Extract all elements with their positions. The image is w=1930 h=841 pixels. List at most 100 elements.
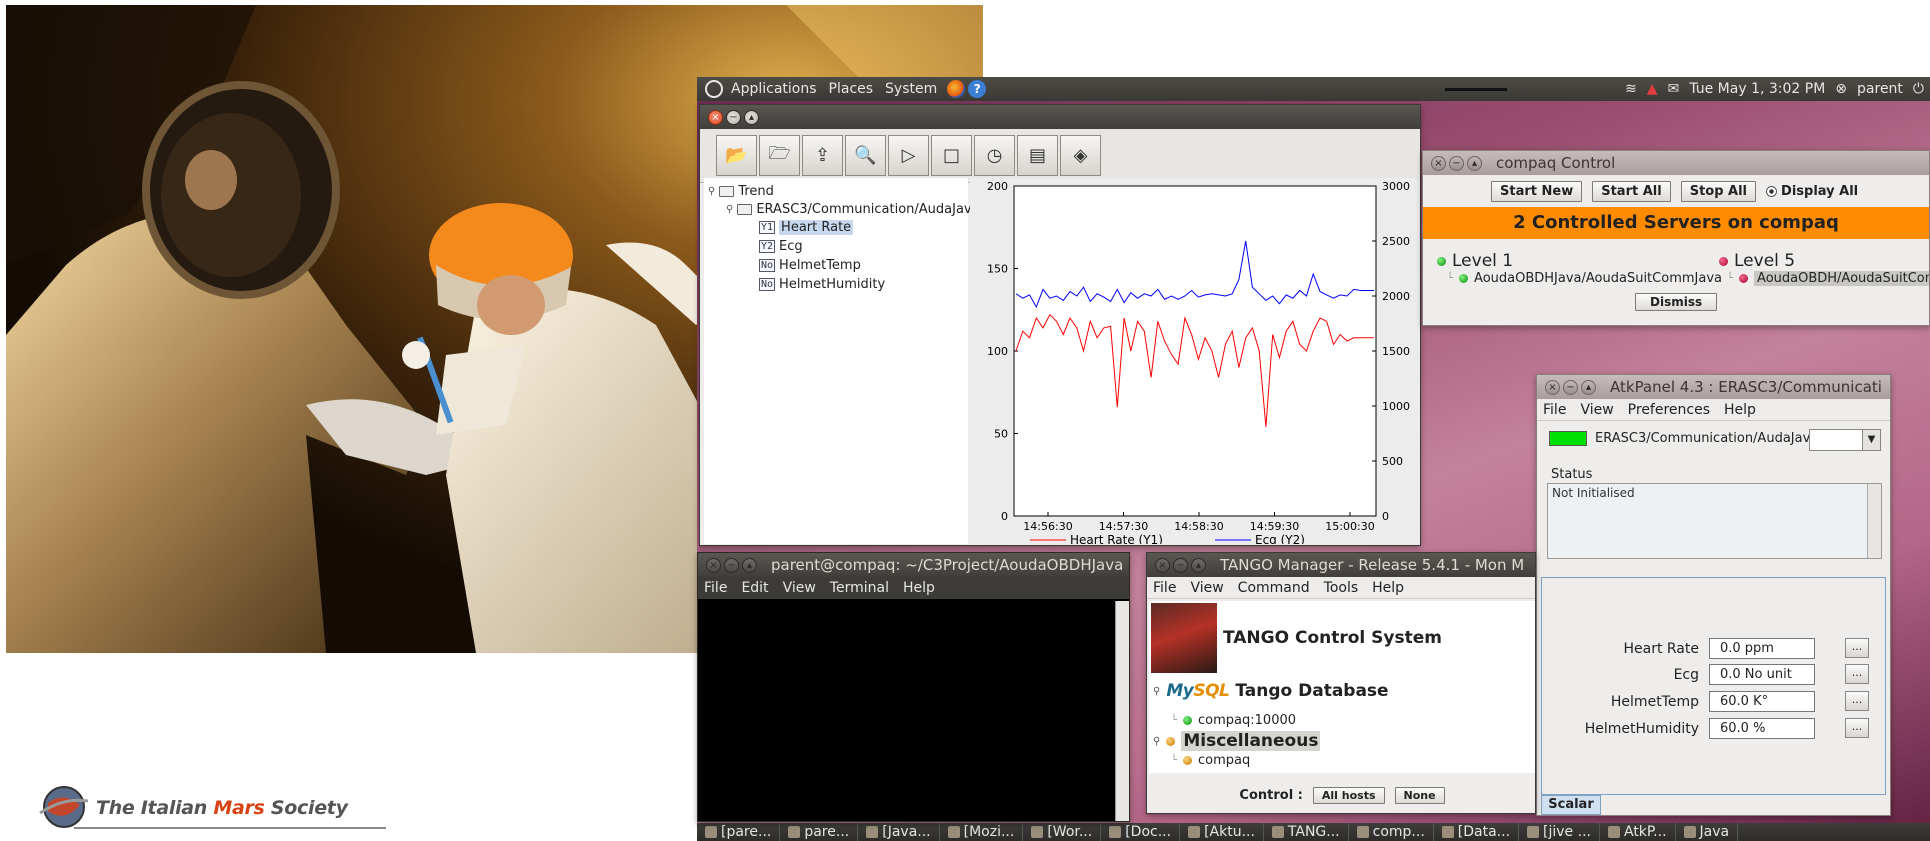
expand-icon[interactable]: ⚲ bbox=[708, 186, 715, 197]
taskbar-item[interactable]: [pare... bbox=[697, 823, 781, 841]
stop-icon[interactable]: □ bbox=[931, 135, 972, 176]
menu-edit[interactable]: Edit bbox=[741, 580, 768, 596]
close-icon[interactable]: × bbox=[1431, 155, 1446, 171]
taskbar-item[interactable]: [Data... bbox=[1434, 823, 1520, 841]
maximize-icon[interactable]: ▴ bbox=[1467, 155, 1482, 171]
control-titlebar[interactable]: × − ▴ compaq Control bbox=[1423, 151, 1929, 175]
help-icon[interactable]: ? bbox=[968, 80, 987, 98]
misc-host[interactable]: └ compaq bbox=[1171, 753, 1250, 768]
taskbar-item[interactable]: [Java... bbox=[858, 823, 940, 841]
start-new-button[interactable]: Start New bbox=[1491, 180, 1583, 202]
close-icon[interactable]: × bbox=[706, 557, 721, 573]
level-5-server[interactable]: └ AoudaOBDH/AoudaSuitComm bbox=[1727, 271, 1929, 286]
zoom-icon[interactable]: 🔍 bbox=[845, 135, 886, 176]
taskbar-item[interactable]: comp... bbox=[1349, 823, 1434, 841]
terminal-titlebar[interactable]: × − ▴ parent@compaq: ~/C3Project/AoudaOB… bbox=[698, 553, 1129, 577]
menu-command[interactable]: Command bbox=[1238, 580, 1310, 596]
menu-view[interactable]: View bbox=[1190, 580, 1223, 596]
status-textarea[interactable]: Not Initialised bbox=[1547, 483, 1882, 559]
menu-system[interactable]: System bbox=[885, 81, 937, 97]
menu-applications[interactable]: Applications bbox=[731, 81, 817, 97]
maximize-icon[interactable]: ▴ bbox=[742, 557, 757, 573]
level-5[interactable]: Level 5 bbox=[1719, 251, 1795, 271]
settings-icon[interactable]: ◈ bbox=[1060, 135, 1101, 176]
tango-titlebar[interactable]: × − ▴ TANGO Manager - Release 5.4.1 - Mo… bbox=[1147, 553, 1535, 577]
minimize-icon[interactable]: − bbox=[1449, 155, 1464, 171]
taskbar-item[interactable]: pare... bbox=[780, 823, 859, 841]
clock-icon[interactable]: ◷ bbox=[974, 135, 1015, 176]
minimize-icon[interactable]: − bbox=[724, 557, 739, 573]
save-icon[interactable]: 🗁 bbox=[759, 135, 800, 176]
close-icon[interactable]: × bbox=[1155, 557, 1170, 573]
trend-titlebar[interactable]: × − ▴ bbox=[700, 105, 1420, 129]
heart-rate-more-button[interactable]: ... bbox=[1845, 638, 1869, 658]
menu-view[interactable]: View bbox=[1580, 402, 1613, 418]
menu-tools[interactable]: Tools bbox=[1324, 580, 1359, 596]
minimize-icon[interactable]: − bbox=[726, 109, 741, 125]
menu-file[interactable]: File bbox=[704, 580, 727, 596]
tango-miscellaneous[interactable]: ⚲ Miscellaneous bbox=[1153, 731, 1321, 751]
menu-help[interactable]: Help bbox=[1372, 580, 1404, 596]
start-all-button[interactable]: Start All bbox=[1592, 180, 1671, 202]
tango-control-system[interactable]: TANGO Control System bbox=[1151, 603, 1442, 673]
taskbar-item[interactable]: TANG... bbox=[1264, 823, 1349, 841]
open-folder-icon[interactable]: 📂 bbox=[716, 135, 757, 176]
ecg-more-button[interactable]: ... bbox=[1845, 664, 1869, 684]
tree-item-helmet-humidity[interactable]: No HelmetHumidity bbox=[759, 275, 885, 293]
display-all-radio[interactable]: Display All bbox=[1766, 184, 1858, 199]
terminal-scrollbar[interactable] bbox=[1115, 601, 1129, 821]
level-1[interactable]: Level 1 bbox=[1437, 251, 1513, 271]
taskbar-item[interactable]: AtkP... bbox=[1600, 823, 1676, 841]
firefox-icon[interactable] bbox=[947, 80, 966, 98]
status-scrollbar[interactable] bbox=[1867, 484, 1881, 558]
menu-help[interactable]: Help bbox=[1724, 402, 1756, 418]
menu-terminal[interactable]: Terminal bbox=[830, 580, 889, 596]
menu-file[interactable]: File bbox=[1153, 580, 1176, 596]
none-button[interactable]: None bbox=[1394, 787, 1445, 804]
menu-help[interactable]: Help bbox=[903, 580, 935, 596]
taskbar-item[interactable]: [Doc... bbox=[1101, 823, 1181, 841]
load-icon[interactable]: ⇪ bbox=[802, 135, 843, 176]
expand-icon[interactable]: ⚲ bbox=[726, 204, 733, 215]
taskbar-item[interactable]: [Mozi... bbox=[940, 823, 1024, 841]
tree-item-helmet-temp[interactable]: No HelmetTemp bbox=[759, 256, 861, 274]
db-host[interactable]: └ compaq:10000 bbox=[1171, 713, 1296, 728]
power-icon[interactable]: ⏻ bbox=[1913, 81, 1924, 97]
close-icon[interactable]: × bbox=[708, 109, 723, 125]
clock[interactable]: Tue May 1, 3:02 PM bbox=[1689, 81, 1825, 97]
expand-icon[interactable]: ⚲ bbox=[1153, 736, 1160, 747]
ubuntu-logo-icon[interactable] bbox=[705, 80, 723, 98]
maximize-icon[interactable]: ▴ bbox=[1581, 379, 1596, 395]
taskbar-item[interactable]: [Aktu... bbox=[1180, 823, 1264, 841]
taskbar-item[interactable]: [jive ... bbox=[1519, 823, 1600, 841]
terminal-body[interactable] bbox=[698, 601, 1116, 821]
menu-places[interactable]: Places bbox=[829, 81, 874, 97]
close-icon[interactable]: × bbox=[1545, 379, 1560, 395]
expand-icon[interactable]: ⚲ bbox=[1153, 686, 1160, 697]
user-name[interactable]: parent bbox=[1857, 81, 1903, 97]
taskbar-item[interactable]: Java bbox=[1676, 823, 1739, 841]
config-icon[interactable]: ▤ bbox=[1017, 135, 1058, 176]
menu-file[interactable]: File bbox=[1543, 402, 1566, 418]
device-combo[interactable]: ▼ bbox=[1809, 429, 1881, 451]
all-hosts-button[interactable]: All hosts bbox=[1312, 787, 1385, 804]
wifi-icon[interactable]: ≋ bbox=[1625, 81, 1637, 97]
tab-scalar[interactable]: Scalar bbox=[1541, 795, 1601, 815]
tree-item-heart-rate[interactable]: Y1 Heart Rate bbox=[759, 218, 854, 236]
menu-preferences[interactable]: Preferences bbox=[1628, 402, 1710, 418]
maximize-icon[interactable]: ▴ bbox=[1191, 557, 1206, 573]
mail-icon[interactable]: ✉ bbox=[1668, 81, 1680, 97]
helmet-humidity-more-button[interactable]: ... bbox=[1845, 718, 1869, 738]
minimize-icon[interactable]: − bbox=[1563, 379, 1578, 395]
trend-chart[interactable]: 0 50 100 150 200 0 500 1000 1500 2000 2500 3000 14:5… bbox=[970, 178, 1420, 545]
minimize-icon[interactable]: − bbox=[1173, 557, 1188, 573]
play-icon[interactable]: ▷ bbox=[888, 135, 929, 176]
helmet-temp-more-button[interactable]: ... bbox=[1845, 691, 1869, 711]
maximize-icon[interactable]: ▴ bbox=[744, 109, 759, 125]
menu-view[interactable]: View bbox=[783, 580, 816, 596]
atk-titlebar[interactable]: × − ▴ AtkPanel 4.3 : ERASC3/Communicati bbox=[1537, 375, 1890, 399]
battery-icon[interactable]: ▲ bbox=[1647, 81, 1658, 97]
chevron-down-icon[interactable]: ▼ bbox=[1862, 430, 1880, 450]
dismiss-button[interactable]: Dismiss bbox=[1635, 293, 1718, 311]
tree-device[interactable]: ⚲ ERASC3/Communication/AudaJava bbox=[726, 200, 980, 218]
